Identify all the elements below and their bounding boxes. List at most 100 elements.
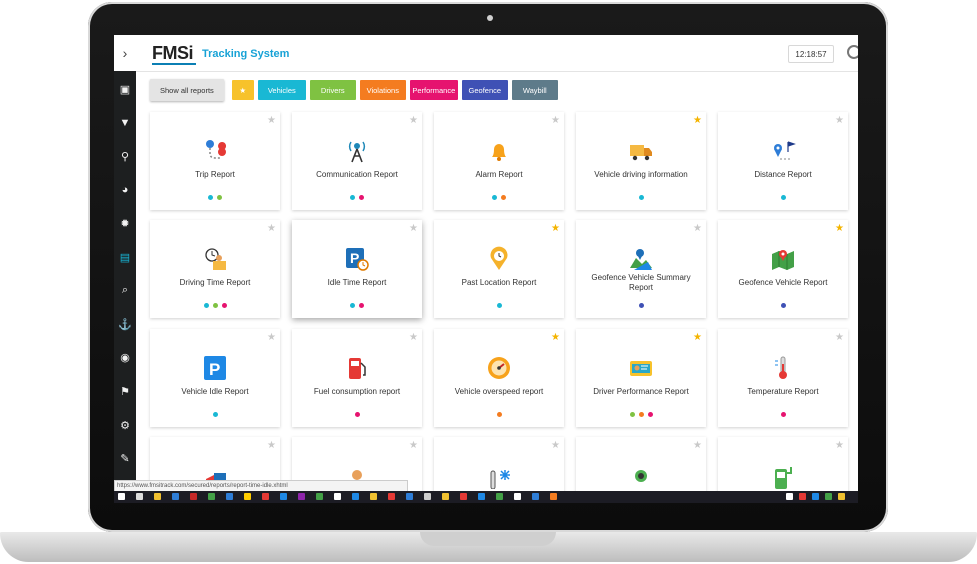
favorite-star-icon[interactable]: ★ (551, 332, 560, 343)
taskbar-app-icon[interactable] (532, 493, 539, 500)
report-card[interactable]: ★ Alarm Report (434, 112, 564, 210)
taskbar-app-icon[interactable] (334, 493, 341, 500)
report-card[interactable]: ★ Vehicle overspeed report (434, 329, 564, 427)
report-card[interactable]: ★ Driver Performance Report (576, 329, 706, 427)
sidebar-wrench-icon[interactable]: ✎ (114, 447, 136, 471)
favorite-star-icon[interactable]: ★ (693, 440, 702, 451)
filter-performance-button[interactable]: Performance (409, 80, 458, 100)
taskbar-app-icon[interactable] (154, 493, 161, 500)
taskbar-app-icon[interactable] (244, 493, 251, 500)
user-icon[interactable] (847, 45, 858, 59)
sidebar-reports-icon[interactable]: ▤ (114, 245, 136, 269)
filter-drivers-button[interactable]: Drivers (309, 80, 356, 100)
sidebar-search-icon[interactable]: ⌕ (114, 279, 136, 303)
tray-icon[interactable] (838, 493, 845, 500)
favorite-star-icon[interactable]: ★ (693, 115, 702, 126)
category-dots (292, 412, 422, 417)
app-logo: FMSi (152, 43, 194, 63)
category-dot (638, 412, 644, 417)
report-card[interactable]: ★ Geofence Vehicle Report (718, 220, 848, 318)
category-dot (780, 303, 786, 308)
taskbar-app-icon[interactable] (478, 493, 485, 500)
report-title: Vehicle overspeed report (454, 387, 544, 396)
category-dot (359, 303, 364, 308)
taskbar-app-icon[interactable] (424, 493, 431, 500)
tray-icon[interactable] (812, 493, 819, 500)
favorite-star-icon[interactable]: ★ (835, 332, 844, 343)
report-card[interactable]: ★ P Idle Time Report (292, 220, 422, 318)
taskbar-app-icon[interactable] (226, 493, 233, 500)
report-title: Vehicle Idle Report (181, 387, 249, 396)
tray-icon[interactable] (786, 493, 793, 500)
sidebar-anchor-icon[interactable]: ⚓ (114, 312, 136, 336)
report-card[interactable]: ★ Temperature Report (718, 329, 848, 427)
taskbar-app-icon[interactable] (280, 493, 287, 500)
tray-icon[interactable] (825, 493, 832, 500)
tray-icon[interactable] (799, 493, 806, 500)
taskbar-app-icon[interactable] (262, 493, 269, 500)
filter-violations-button[interactable]: Violations (359, 80, 406, 100)
taskbar-app-icon[interactable] (406, 493, 413, 500)
favorite-star-icon[interactable]: ★ (551, 115, 560, 126)
svg-text:P: P (209, 360, 220, 379)
favorite-star-icon[interactable]: ★ (835, 223, 844, 234)
favorite-star-icon[interactable]: ★ (409, 115, 418, 126)
sidebar-dashboard-icon[interactable]: ◕ (114, 178, 136, 202)
report-title: Driver Performance Report (593, 387, 689, 396)
favorite-star-icon[interactable]: ★ (835, 115, 844, 126)
report-card[interactable]: ★ Distance Report (718, 112, 848, 210)
taskbar-app-icon[interactable] (136, 493, 143, 500)
favorite-star-icon[interactable]: ★ (551, 223, 560, 234)
report-card[interactable]: ★ Communication Report (292, 112, 422, 210)
taskbar-app-icon[interactable] (442, 493, 449, 500)
taskbar-app-icon[interactable] (388, 493, 395, 500)
favorite-star-icon[interactable]: ★ (551, 440, 560, 451)
header: FMSi Tracking System 12:18:57 (136, 35, 858, 72)
favorite-star-icon[interactable]: ★ (267, 115, 276, 126)
taskbar-app-icon[interactable] (316, 493, 323, 500)
report-title: Distance Report (754, 170, 812, 179)
sidebar-filter-icon[interactable]: ▼ (114, 111, 136, 135)
sidebar-location-icon[interactable]: ⚑ (114, 379, 136, 403)
filter-waybill-button[interactable]: Waybill (511, 80, 558, 100)
report-card[interactable]: ★ Fuel consumption report (292, 329, 422, 427)
favorites-filter-button[interactable]: ★ (231, 80, 254, 100)
favorite-star-icon[interactable]: ★ (409, 223, 418, 234)
favorite-star-icon[interactable]: ★ (267, 440, 276, 451)
favorite-star-icon[interactable]: ★ (267, 223, 276, 234)
sidebar-gamepad-icon[interactable]: ◉ (114, 346, 136, 370)
show-all-reports-button[interactable]: Show all reports (150, 79, 224, 101)
favorite-star-icon[interactable]: ★ (693, 332, 702, 343)
report-card[interactable]: ★ P Vehicle Idle Report (150, 329, 280, 427)
favorite-star-icon[interactable]: ★ (835, 440, 844, 451)
favorite-star-icon[interactable]: ★ (693, 223, 702, 234)
sidebar-cogs-icon[interactable]: ⚙ (114, 413, 136, 437)
report-card[interactable]: ★ Past Location Report (434, 220, 564, 318)
taskbar-app-icon[interactable] (208, 493, 215, 500)
favorite-star-icon[interactable]: ★ (267, 332, 276, 343)
taskbar-app-icon[interactable] (460, 493, 467, 500)
report-card[interactable]: ★ Geofence Vehicle Summary Report (576, 220, 706, 318)
taskbar-app-icon[interactable] (514, 493, 521, 500)
taskbar-app-icon[interactable] (370, 493, 377, 500)
filter-geofence-button[interactable]: Geofence (461, 80, 508, 100)
sidebar-route-icon[interactable]: ⚲ (114, 144, 136, 168)
clock: 12:18:57 (788, 45, 834, 63)
category-dots (576, 195, 706, 200)
sidebar-settings-icon[interactable]: ✹ (114, 211, 136, 235)
filter-vehicles-button[interactable]: Vehicles (257, 80, 306, 100)
report-card[interactable]: ★ Vehicle driving information (576, 112, 706, 210)
taskbar-app-icon[interactable] (550, 493, 557, 500)
favorite-star-icon[interactable]: ★ (409, 332, 418, 343)
taskbar-app-icon[interactable] (172, 493, 179, 500)
favorite-star-icon[interactable]: ★ (409, 440, 418, 451)
taskbar-app-icon[interactable] (496, 493, 503, 500)
report-card[interactable]: ★ Driving Time Report (150, 220, 280, 318)
sidebar-toggle-button[interactable]: › (114, 35, 137, 71)
taskbar-app-icon[interactable] (118, 493, 125, 500)
report-card[interactable]: ★ Trip Report (150, 112, 280, 210)
taskbar-app-icon[interactable] (190, 493, 197, 500)
taskbar-app-icon[interactable] (298, 493, 305, 500)
sidebar-monitor-icon[interactable]: ▣ (114, 77, 136, 101)
taskbar-app-icon[interactable] (352, 493, 359, 500)
